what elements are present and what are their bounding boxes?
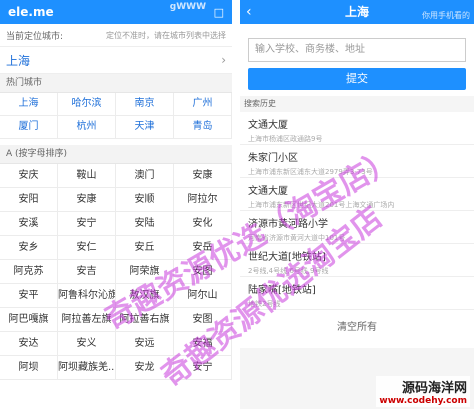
brand-name: 源码海洋网 bbox=[401, 381, 467, 396]
hot-cities-grid: 上海 哈尔滨 南京 广州 厦门 杭州 天津 青岛 bbox=[0, 93, 232, 139]
hot-city[interactable]: 杭州 bbox=[58, 116, 116, 139]
city-cell[interactable]: 安宁 bbox=[174, 356, 232, 380]
city-cell[interactable]: 安平 bbox=[0, 284, 58, 308]
site-brand-logo: 源码海洋网 www.codehy.com bbox=[376, 376, 470, 407]
city-title: 上海 bbox=[344, 5, 369, 19]
history-item-name: 济源市黄河路小学 bbox=[248, 219, 328, 230]
top-bar: ‹ 上海 你用手机看的 bbox=[240, 0, 474, 24]
city-cell[interactable]: 安顺 bbox=[116, 188, 174, 212]
history-item-address: 上海市浦东新区浦东大道2979弄3-73号 bbox=[248, 168, 373, 176]
submit-button[interactable]: 提交 bbox=[248, 68, 466, 90]
history-item[interactable]: 文通大厦 上海市杨浦区政通路9号 bbox=[240, 112, 474, 145]
header-watermark: gWWW bbox=[169, 2, 206, 12]
city-cell[interactable]: 安阳 bbox=[0, 188, 58, 212]
city-cell[interactable]: 安图 bbox=[174, 308, 232, 332]
history-item-name: 朱家门小区 bbox=[248, 153, 298, 164]
hot-city[interactable]: 广州 bbox=[174, 93, 232, 116]
user-icon[interactable]: □ bbox=[214, 6, 224, 19]
city-cell[interactable]: 阿尔山 bbox=[174, 284, 232, 308]
city-cell[interactable]: 安康 bbox=[174, 164, 232, 188]
history-item-name: 世纪大道[地铁站] bbox=[248, 252, 326, 263]
history-item[interactable]: 朱家门小区 上海市浦东新区浦东大道2979弄3-73号 bbox=[240, 145, 474, 178]
clear-history-button[interactable]: 清空所有 bbox=[240, 310, 474, 348]
hot-city[interactable]: 南京 bbox=[116, 93, 174, 116]
city-cell[interactable]: 安图 bbox=[174, 260, 232, 284]
city-cell[interactable]: 阿坝藏族羌... bbox=[58, 356, 116, 380]
history-item-address: 2号线,4号线,6号线,9号线 bbox=[248, 267, 329, 275]
search-area: 输入学校、商务楼、地址 提交 bbox=[240, 24, 474, 96]
city-cell[interactable]: 安庆 bbox=[0, 164, 58, 188]
current-city-row[interactable]: 上海 › bbox=[0, 47, 232, 74]
history-item-name: 陆家嘴[地铁站] bbox=[248, 285, 316, 296]
city-cell[interactable]: 阿鲁科尔沁旗 bbox=[58, 284, 116, 308]
current-location-row: 当前定位城市: 定位不准时，请在城市列表中选择 bbox=[0, 24, 232, 47]
panel-divider bbox=[232, 0, 240, 409]
hot-city[interactable]: 厦门 bbox=[0, 116, 58, 139]
address-search-input[interactable]: 输入学校、商务楼、地址 bbox=[248, 38, 466, 62]
location-hint: 定位不准时，请在城市列表中选择 bbox=[106, 30, 226, 40]
city-cell[interactable]: 敖汉旗 bbox=[116, 284, 174, 308]
history-item-address: 地铁2号线 bbox=[248, 300, 281, 308]
history-item[interactable]: 陆家嘴[地铁站] 地铁2号线 bbox=[240, 277, 474, 310]
search-history-heading: 搜索历史 bbox=[240, 96, 474, 112]
history-item-address: 上海市浦东新区世纪大道201号上海文通广场内 bbox=[248, 201, 395, 209]
header-watermark: 你用手机看的 bbox=[422, 11, 470, 20]
alpha-section-heading: A (按字母排序) bbox=[0, 145, 232, 164]
brand-url: www.codehy.com bbox=[379, 396, 467, 406]
city-cell[interactable]: 安吉 bbox=[58, 260, 116, 284]
city-cell[interactable]: 安陆 bbox=[116, 212, 174, 236]
current-city: 上海 bbox=[6, 53, 31, 68]
city-cell[interactable]: 安化 bbox=[174, 212, 232, 236]
city-cell[interactable]: 安丘 bbox=[116, 236, 174, 260]
app-title: ele.me bbox=[8, 5, 54, 19]
city-cell[interactable]: 澳门 bbox=[116, 164, 174, 188]
city-cell[interactable]: 安康 bbox=[58, 188, 116, 212]
city-cell[interactable]: 安福 bbox=[174, 332, 232, 356]
city-cell[interactable]: 安远 bbox=[116, 332, 174, 356]
address-search-screen: ‹ 上海 你用手机看的 输入学校、商务楼、地址 提交 搜索历史 文通大厦 上海市… bbox=[240, 0, 474, 409]
city-cell[interactable]: 安岳 bbox=[174, 236, 232, 260]
city-cell[interactable]: 安义 bbox=[58, 332, 116, 356]
history-item-address: 河南省济源市黄河大道中101号 bbox=[248, 234, 346, 242]
city-cell[interactable]: 安仁 bbox=[58, 236, 116, 260]
city-cell[interactable]: 安达 bbox=[0, 332, 58, 356]
city-cell[interactable]: 阿拉善右旗 bbox=[116, 308, 174, 332]
city-cell[interactable]: 安宁 bbox=[58, 212, 116, 236]
search-history-list: 文通大厦 上海市杨浦区政通路9号 朱家门小区 上海市浦东新区浦东大道2979弄3… bbox=[240, 112, 474, 310]
city-cell[interactable]: 安龙 bbox=[116, 356, 174, 380]
history-item-name: 文通大厦 bbox=[248, 186, 288, 197]
top-bar: ele.me gWWW □ bbox=[0, 0, 232, 24]
history-item[interactable]: 济源市黄河路小学 河南省济源市黄河大道中101号 bbox=[240, 211, 474, 244]
city-cell[interactable]: 阿坝 bbox=[0, 356, 58, 380]
history-item[interactable]: 文通大厦 上海市浦东新区世纪大道201号上海文通广场内 bbox=[240, 178, 474, 211]
city-cell[interactable]: 阿拉尔 bbox=[174, 188, 232, 212]
alpha-cities-grid: 安庆 鞍山 澳门 安康 安阳 安康 安顺 阿拉尔 安溪 安宁 安陆 安化 安乡 安仁 安丘 安岳 阿克苏 安吉 阿荣… bbox=[0, 164, 232, 380]
city-cell[interactable]: 阿克苏 bbox=[0, 260, 58, 284]
city-cell[interactable]: 阿拉善左旗 bbox=[58, 308, 116, 332]
hot-city[interactable]: 上海 bbox=[0, 93, 58, 116]
hot-city[interactable]: 青岛 bbox=[174, 116, 232, 139]
history-item-address: 上海市杨浦区政通路9号 bbox=[248, 135, 323, 143]
chevron-right-icon: › bbox=[221, 53, 226, 67]
history-item[interactable]: 世纪大道[地铁站] 2号线,4号线,6号线,9号线 bbox=[240, 244, 474, 277]
current-location-label: 当前定位城市: bbox=[6, 31, 64, 42]
hot-city[interactable]: 哈尔滨 bbox=[58, 93, 116, 116]
history-item-name: 文通大厦 bbox=[248, 120, 288, 131]
hot-cities-heading: 热门城市 bbox=[0, 74, 232, 93]
city-cell[interactable]: 阿巴嘎旗 bbox=[0, 308, 58, 332]
city-cell[interactable]: 阿荣旗 bbox=[116, 260, 174, 284]
city-cell[interactable]: 安乡 bbox=[0, 236, 58, 260]
back-arrow-icon[interactable]: ‹ bbox=[246, 0, 252, 24]
city-picker-screen: ele.me gWWW □ 当前定位城市: 定位不准时，请在城市列表中选择 上海… bbox=[0, 0, 232, 409]
city-cell[interactable]: 鞍山 bbox=[58, 164, 116, 188]
hot-city[interactable]: 天津 bbox=[116, 116, 174, 139]
city-cell[interactable]: 安溪 bbox=[0, 212, 58, 236]
